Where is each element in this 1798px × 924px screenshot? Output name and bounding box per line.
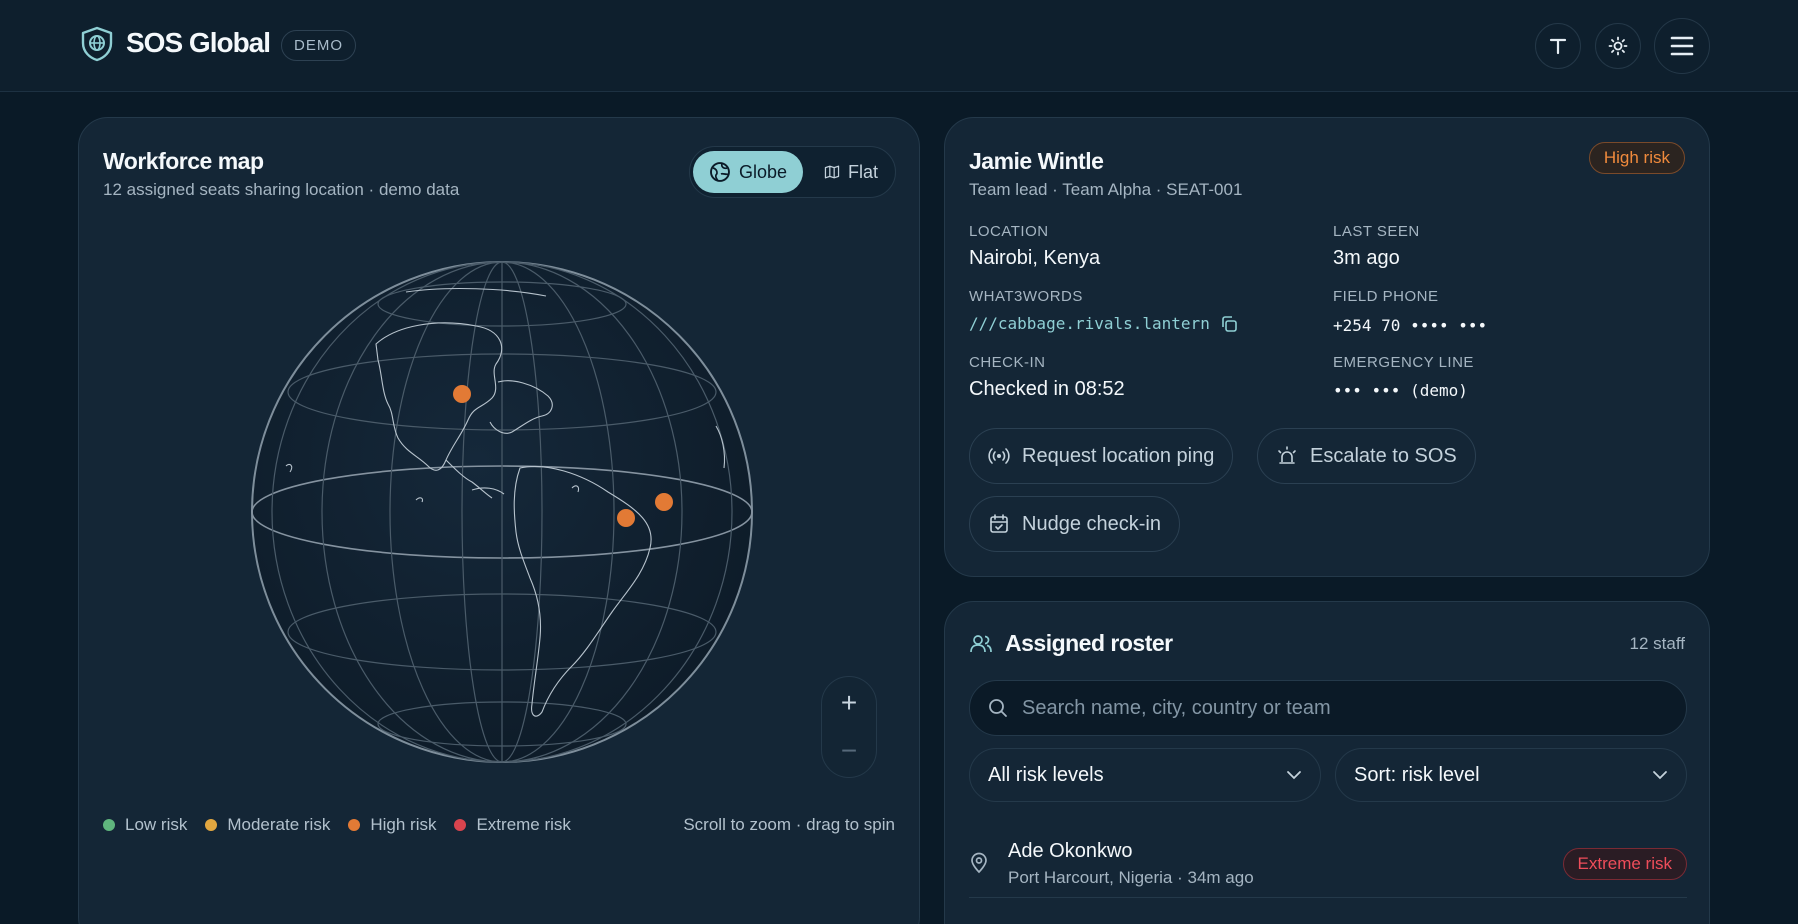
chevron-down-icon: [1287, 771, 1301, 780]
top-bar: SOS Global DEMO: [0, 0, 1798, 92]
view-toggle: Globe Flat: [689, 146, 896, 198]
phone-value: +254 70 •••• •••: [1333, 316, 1488, 335]
siren-icon: [1278, 446, 1296, 464]
legend-dot: [205, 819, 218, 831]
request-ping-button[interactable]: Request location ping: [969, 428, 1234, 484]
map-title: Workforce map: [103, 148, 264, 174]
zoom-in-button[interactable]: +: [822, 681, 876, 725]
legend-dot: [348, 819, 361, 831]
zoom-out-button[interactable]: −: [822, 729, 876, 773]
calendar-check-icon: [990, 514, 1008, 533]
globe-view-label: Globe: [738, 161, 787, 182]
last-seen-label: LAST SEEN: [1333, 223, 1420, 240]
location-value: Nairobi, Kenya: [969, 247, 1101, 269]
chevron-down-icon: [1653, 771, 1667, 780]
risk-filter-select[interactable]: All risk levels: [969, 748, 1321, 802]
shield-globe-icon: [81, 26, 113, 62]
brand-name: SOS Global: [126, 27, 271, 58]
roster-row-risk-badge: Extreme risk: [1562, 848, 1687, 880]
risk-legend: Low risk Moderate risk High risk Extreme ri…: [103, 815, 571, 835]
location-marker[interactable]: [617, 509, 635, 527]
globe-view-button[interactable]: Globe: [693, 151, 803, 193]
risk-badge: High risk: [1588, 142, 1685, 174]
legend-label: High risk: [370, 815, 437, 834]
sun-icon: [1608, 36, 1628, 56]
users-icon: [970, 634, 992, 652]
theme-toggle-button[interactable]: [1595, 23, 1641, 69]
sort-select[interactable]: Sort: risk level: [1335, 748, 1687, 802]
emergency-value: ••• ••• (demo): [1333, 381, 1468, 400]
copy-icon[interactable]: [1220, 315, 1238, 333]
map-subtitle: 12 assigned seats sharing location · dem…: [103, 180, 460, 199]
legend-label: Low risk: [125, 815, 188, 834]
location-marker[interactable]: [453, 385, 471, 403]
map-hint: Scroll to zoom · drag to spin: [683, 815, 895, 834]
legend-item: Moderate risk: [205, 815, 330, 835]
roster-search: [969, 680, 1687, 736]
flat-view-button[interactable]: Flat: [808, 151, 894, 193]
location-label: LOCATION: [969, 223, 1049, 240]
text-size-button[interactable]: [1535, 23, 1581, 69]
staff-name: Jamie Wintle: [969, 148, 1104, 174]
broadcast-icon: [988, 448, 1010, 464]
sort-value: Sort: risk level: [1354, 763, 1480, 786]
nudge-checkin-button[interactable]: Nudge check-in: [969, 496, 1180, 552]
flat-view-label: Flat: [847, 161, 878, 182]
legend-item: High risk: [348, 815, 436, 835]
map-icon: [824, 165, 840, 179]
staff-role: Team lead · Team Alpha · SEAT-001: [969, 180, 1243, 199]
risk-filter-value: All risk levels: [988, 763, 1104, 786]
request-ping-label: Request location ping: [1022, 444, 1215, 467]
map-pin-icon: [971, 852, 987, 874]
checkin-value: Checked in 08:52: [969, 378, 1125, 400]
menu-button[interactable]: [1654, 18, 1710, 74]
roster-row-meta: Port Harcourt, Nigeria · 34m ago: [1008, 868, 1254, 887]
emergency-label: EMERGENCY LINE: [1333, 354, 1474, 371]
legend-dot: [454, 819, 467, 831]
w3w-label: WHAT3WORDS: [969, 288, 1083, 305]
assigned-roster-card: Assigned roster 12 staff All risk levels…: [944, 601, 1710, 924]
legend-label: Extreme risk: [476, 815, 571, 834]
roster-row-name: Ade Okonkwo: [1008, 840, 1133, 862]
globe-icon: [710, 162, 730, 182]
staff-detail-card: Jamie Wintle Team lead · Team Alpha · SE…: [944, 117, 1710, 577]
nudge-checkin-label: Nudge check-in: [1022, 512, 1161, 535]
legend-item: Low risk: [103, 815, 187, 835]
zoom-control: + −: [821, 676, 877, 778]
workforce-map-card: Workforce map 12 assigned seats sharing …: [78, 117, 920, 924]
w3w-value[interactable]: ///cabbage.rivals.lantern: [969, 314, 1210, 333]
last-seen-value: 3m ago: [1333, 247, 1400, 269]
text-icon: [1549, 38, 1567, 55]
roster-header: Assigned roster: [969, 630, 1173, 657]
legend-label: Moderate risk: [227, 815, 331, 834]
search-icon: [989, 699, 1007, 717]
staff-count: 12 staff: [1629, 634, 1685, 653]
escalate-sos-label: Escalate to SOS: [1310, 444, 1457, 467]
phone-label: FIELD PHONE: [1333, 288, 1439, 305]
roster-row[interactable]: Ade Okonkwo Port Harcourt, Nigeria · 34m…: [969, 832, 1687, 898]
roster-title: Assigned roster: [1005, 630, 1173, 656]
legend-item: Extreme risk: [454, 815, 571, 835]
hamburger-icon: [1670, 36, 1694, 56]
w3w-row: ///cabbage.rivals.lantern: [969, 314, 1238, 333]
legend-dot: [103, 819, 115, 831]
globe-map[interactable]: [246, 256, 758, 768]
escalate-sos-button[interactable]: Escalate to SOS: [1257, 428, 1476, 484]
demo-badge: DEMO: [281, 30, 356, 61]
location-marker[interactable]: [655, 493, 673, 511]
checkin-label: CHECK-IN: [969, 354, 1046, 371]
roster-search-input[interactable]: [1022, 696, 1668, 720]
